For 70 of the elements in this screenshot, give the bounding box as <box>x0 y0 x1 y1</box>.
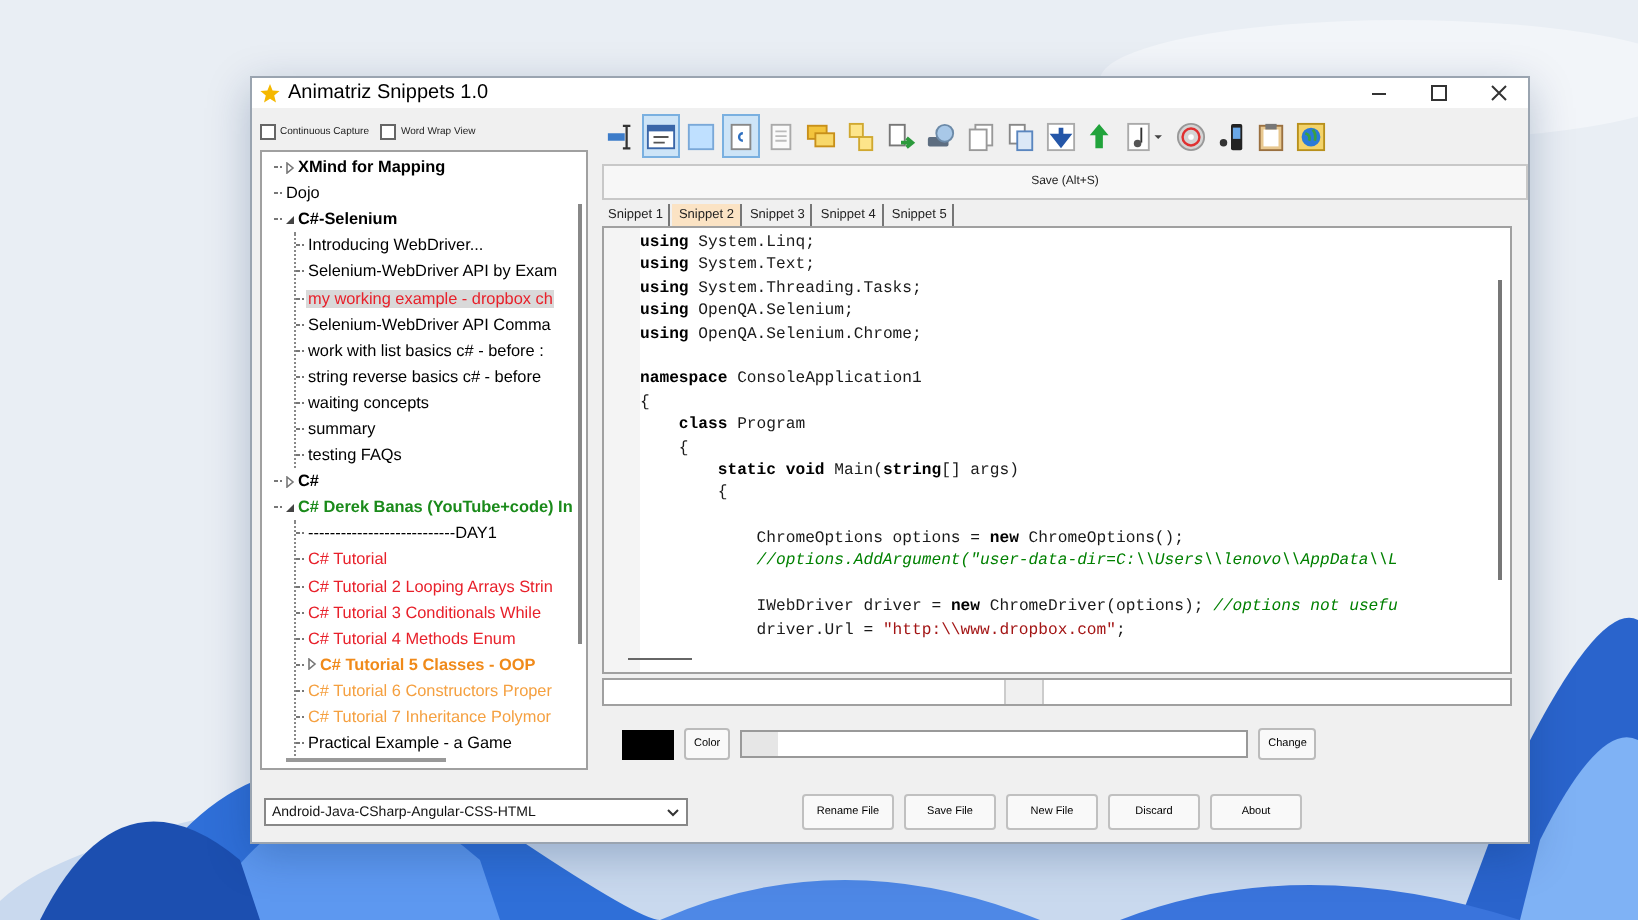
code-line: driver.Url = "http:\\www.dropbox.com"; <box>754 619 1128 643</box>
code-line: //options.AddArgument("user-data-dir=C:\\Users\\lenovo\\AppData\\L <box>754 550 1398 574</box>
tree-item[interactable]: ---------------------------DAY1 <box>306 524 499 543</box>
down-arrow-icon <box>1046 121 1076 151</box>
tree-item[interactable]: Dojo <box>284 184 322 203</box>
maximize-icon <box>1429 84 1447 102</box>
tree-item[interactable]: C# Tutorial 4 Methods Enum <box>306 629 518 648</box>
tree-item[interactable]: waiting concepts <box>306 393 432 412</box>
code-line: { <box>676 437 691 460</box>
phone-icon <box>1216 121 1246 151</box>
chevron-down-icon <box>666 807 680 817</box>
window-title: Animatriz Snippets 1.0 <box>288 82 491 104</box>
code-line: static void Main(string[] args) <box>715 459 1021 483</box>
expand-triangle-icon[interactable] <box>306 658 318 671</box>
tree-item[interactable]: string reverse basics c# - before <box>306 367 543 386</box>
tree-item[interactable]: C# Derek Banas (YouTube+code) In <box>296 498 575 517</box>
tree-item[interactable]: Selenium-WebDriver API by Exam <box>306 262 560 281</box>
globe-icon <box>1296 121 1326 151</box>
code-line: IWebDriver driver = new ChromeDriver(options); //options not usefu <box>754 596 1398 620</box>
expand-triangle-icon[interactable] <box>284 475 296 488</box>
tree-item[interactable]: C# <box>296 472 321 491</box>
code-line: using System.Linq; <box>640 232 817 255</box>
disc-icon <box>1176 121 1206 151</box>
code-line: ChromeOptions options = new ChromeOptions(); <box>754 528 1187 551</box>
window-icon <box>646 121 676 151</box>
tree-item[interactable]: C# Tutorial 2 Looping Arrays Strin <box>306 577 555 596</box>
tree-item[interactable]: Selenium-WebDriver API Comma <box>306 315 553 334</box>
tree-item[interactable]: XMind for Mapping <box>296 158 448 177</box>
clipboard-icon <box>1256 121 1286 151</box>
code-editor[interactable] <box>602 226 1512 674</box>
ruler-icon <box>606 121 636 151</box>
pages-icon <box>966 121 996 151</box>
code-line: { <box>640 391 652 415</box>
copy-icon <box>1006 121 1036 151</box>
close-icon <box>1489 84 1507 102</box>
document-icon <box>726 121 756 151</box>
scrollbar[interactable] <box>628 658 692 660</box>
tree-item[interactable]: testing FAQs <box>306 446 404 465</box>
notes-icon <box>846 121 876 151</box>
checkbox[interactable] <box>260 124 276 140</box>
disk-icon <box>926 121 956 151</box>
tree-item[interactable]: C# Tutorial 3 Conditionals While <box>306 603 543 622</box>
code-line: using System.Text; <box>640 254 817 278</box>
star-icon <box>260 83 280 103</box>
expand-triangle-icon[interactable] <box>284 161 296 174</box>
checkbox[interactable] <box>380 124 397 140</box>
collapse-triangle-icon[interactable] <box>284 213 296 226</box>
toolbar-button[interactable] <box>642 114 680 158</box>
chat-icon <box>806 121 836 151</box>
color-swatch <box>622 729 674 759</box>
tree-item[interactable]: work with list basics c# - before : <box>306 341 546 360</box>
code-line: using System.Threading.Tasks; <box>640 277 924 301</box>
music-note-icon <box>1126 121 1166 151</box>
export-icon <box>886 121 916 151</box>
tree-item[interactable]: Practical Example - a Game <box>306 734 514 753</box>
scrollbar[interactable] <box>286 758 446 762</box>
frame-icon <box>686 121 716 151</box>
code-line: { <box>715 482 730 506</box>
code-line: using OpenQA.Selenium; <box>640 300 856 324</box>
tree-item[interactable]: Introducing WebDriver... <box>306 236 486 255</box>
code-line: namespace ConsoleApplication1 <box>640 368 924 392</box>
code-line: class Program <box>676 414 808 438</box>
tree-item[interactable]: C# Tutorial <box>306 550 390 569</box>
scrollbar[interactable] <box>1498 280 1502 580</box>
scrollbar[interactable] <box>578 204 582 644</box>
page-icon <box>766 121 796 151</box>
tree-item[interactable]: C#-Selenium <box>296 210 400 229</box>
tree-item[interactable]: summary <box>306 419 378 438</box>
code-line: using OpenQA.Selenium.Chrome; <box>640 323 924 346</box>
collapse-triangle-icon[interactable] <box>284 501 296 514</box>
